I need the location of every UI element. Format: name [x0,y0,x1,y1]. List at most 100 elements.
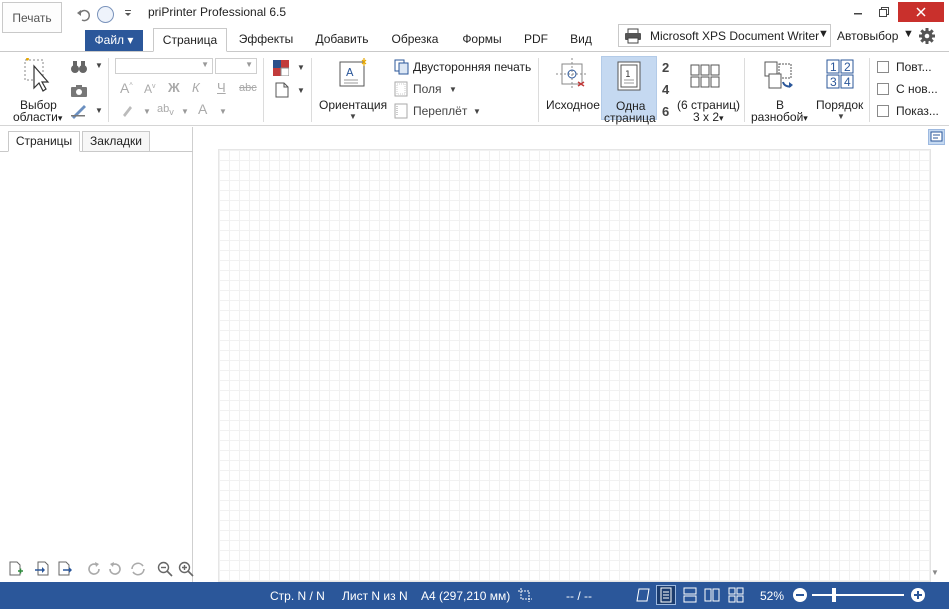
app-title: priPrinter Professional 6.5 [148,5,287,19]
spelling-icon[interactable]: abv [157,103,174,117]
repeat-checkbox[interactable] [877,61,889,73]
chevron-down-icon[interactable]: ▼ [297,86,305,95]
binoculars-icon[interactable] [70,59,88,75]
zoom-in-button[interactable] [910,587,926,603]
chevron-down-icon[interactable]: ▼ [143,107,151,116]
grow-font-icon[interactable]: A^ [120,80,133,96]
shrink-font-icon[interactable]: Av [144,82,156,96]
import-page-icon[interactable] [34,561,50,577]
tab-add[interactable]: Добавить [306,28,378,52]
chevron-down-icon: ▼ [818,28,829,40]
tab-view[interactable]: Вид [562,28,600,52]
order-num-2: 2 [844,60,851,74]
printer-name: Microsoft XPS Document Writer [650,29,820,43]
order-button[interactable]: 1 2 3 4 Порядок ▼ [812,56,868,121]
edit-tool-icon[interactable] [70,103,88,119]
underline-icon[interactable]: Ч [217,80,226,95]
six-per-sheet-button[interactable]: 6 [662,104,669,119]
tab-pdf[interactable]: PDF [518,28,554,52]
original-button[interactable]: Исходное [543,56,600,120]
one-page-icon: 1 [616,60,642,92]
scroll-down-arrow-icon[interactable]: ▼ [931,568,939,577]
rotate-right-icon[interactable] [86,561,102,577]
select-area-button[interactable]: Выбор области▾ [10,56,66,124]
new-sheet-checkbox[interactable] [877,83,889,95]
maximize-button[interactable] [870,2,898,22]
ribbon-separator [744,58,745,122]
add-page-icon[interactable] [8,561,24,577]
view-grid-icon[interactable] [728,587,744,603]
chevron-down-icon[interactable]: ▼ [95,106,103,115]
font-color-icon[interactable]: A [198,101,207,117]
view-continuous-icon[interactable] [682,587,698,603]
highlight-icon[interactable] [120,104,134,118]
scatter-button[interactable]: В разнобой▾ [748,56,810,124]
color-mode-icon[interactable] [273,60,289,76]
binding-icon[interactable] [394,103,408,119]
view-single-page-icon[interactable] [656,585,676,605]
chevron-down-icon[interactable]: ▼ [473,107,481,116]
zoom-out-icon[interactable] [157,561,173,577]
panel-toggle-icon[interactable] [928,129,945,145]
show-checkbox[interactable] [877,105,889,117]
zoom-out-button[interactable] [792,587,808,603]
one-page-label-2: страница [604,111,656,125]
chevron-down-icon[interactable]: ▼ [219,107,227,116]
quick-access-dropdown-icon[interactable] [123,8,133,18]
chevron-down-icon[interactable]: ▼ [95,61,103,70]
select-area-label-2: области [13,110,58,124]
status-paper: A4 (297,210 мм) [421,589,511,603]
font-size-combo[interactable]: ▼ [215,58,257,74]
printer-select[interactable]: Microsoft XPS Document Writer ▼ [618,24,831,47]
order-num-4: 4 [844,75,851,89]
close-button[interactable] [898,2,944,22]
six-pages-button[interactable]: (6 страниц) 3 x 2▾ [674,56,740,124]
minimize-button[interactable] [844,2,872,22]
rotate-left-icon[interactable] [107,561,123,577]
strikethrough-icon[interactable]: abc [239,82,257,94]
gear-icon[interactable] [918,27,936,45]
preview-scroll-edge [930,150,931,582]
export-page-icon[interactable] [57,561,73,577]
view-book-icon[interactable] [636,587,652,603]
view-two-pages-icon[interactable] [704,587,720,603]
two-per-sheet-button[interactable]: 2 [662,60,669,75]
tab-forms[interactable]: Формы [452,28,512,52]
tab-file[interactable]: Файл ▾ [85,30,143,51]
font-family-combo[interactable]: ▼ [115,58,213,74]
page-icon[interactable] [275,82,289,98]
paper-mode-select[interactable]: Автовыбор ▼ [833,24,915,47]
zoom-level: 52% [760,589,785,603]
four-per-sheet-button[interactable]: 4 [662,82,669,97]
italic-icon[interactable]: К [192,80,200,95]
status-page: Стр. N / N [270,589,325,603]
zoom-in-icon[interactable] [178,561,194,577]
undo-icon[interactable] [76,7,92,23]
chevron-down-icon[interactable]: ▼ [449,85,457,94]
duplex-label[interactable]: Двусторонняя печать [413,60,531,74]
svg-text:A: A [346,66,354,79]
orientation-label: Ориентация [319,98,388,112]
chevron-down-icon[interactable]: ▼ [181,107,189,116]
binding-label[interactable]: Переплёт [413,104,467,118]
zoom-slider-track[interactable] [812,594,904,596]
bold-icon[interactable]: Ж [168,80,180,95]
zoom-slider-thumb[interactable] [832,588,836,602]
orientation-button[interactable]: A Ориентация ▼ [316,56,388,121]
tab-crop[interactable]: Обрезка [384,28,446,52]
circle-icon[interactable] [97,6,114,23]
original-label: Исходное [546,98,600,112]
printer-icon [624,28,642,44]
chevron-down-icon[interactable]: ▼ [297,63,305,72]
camera-icon[interactable] [70,84,88,98]
tab-pages[interactable]: Страницы [8,131,80,152]
refresh-icon[interactable] [129,561,147,577]
preview-page[interactable] [218,149,931,582]
tab-page[interactable]: Страница [153,28,227,52]
one-page-button[interactable]: 1 Одна страница [601,56,657,125]
margins-icon[interactable] [394,81,408,97]
tab-bookmarks[interactable]: Закладки [82,131,150,152]
duplex-icon[interactable] [394,59,410,75]
tab-effects[interactable]: Эффекты [232,28,300,52]
margins-label[interactable]: Поля [413,82,442,96]
